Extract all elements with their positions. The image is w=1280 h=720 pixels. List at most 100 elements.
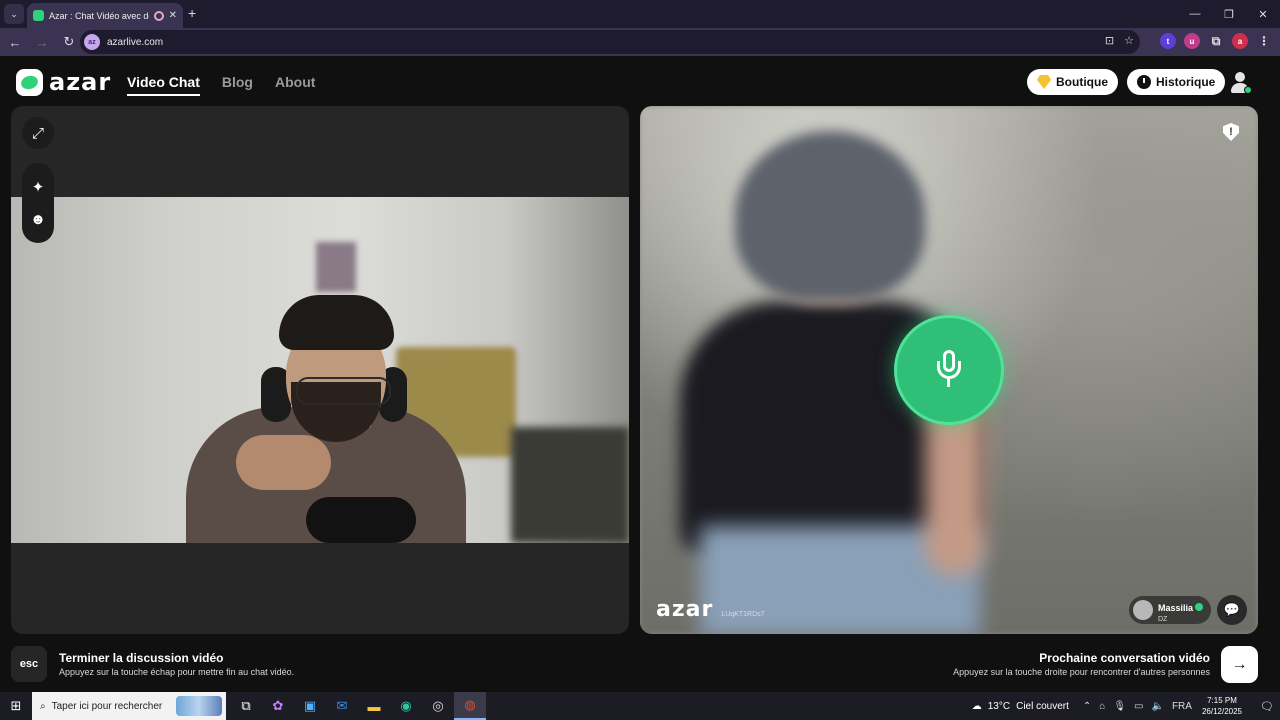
back-arrow-icon[interactable]: ← (3, 30, 27, 54)
azar-watermark: azar LUqKT1RDs7 (656, 597, 765, 622)
minimize-button[interactable]: — (1178, 0, 1212, 28)
mail-icon[interactable]: ✉ (326, 692, 358, 720)
next-chat-title: Prochaine conversation vidéo (1039, 651, 1210, 665)
esc-key-button[interactable]: esc (11, 646, 47, 682)
install-app-icon[interactable]: ⊡ (1105, 34, 1114, 47)
tab-title: Azar : Chat Vidéo avec de n (49, 10, 149, 21)
profile-avatar-icon[interactable]: a (1232, 33, 1248, 49)
user-profile-icon[interactable] (1228, 70, 1252, 94)
chat-button[interactable]: 💬 (1217, 595, 1247, 625)
close-window-button[interactable]: ✕ (1246, 0, 1280, 28)
local-video-panel: ⤢ ✦ ☻ (11, 106, 629, 634)
face-filter-icon[interactable]: ☻ (22, 203, 54, 235)
restore-button[interactable]: ❐ (1212, 0, 1246, 28)
cloud-icon: ☁ (971, 700, 982, 712)
forward-arrow-icon[interactable]: → (30, 30, 54, 54)
peer-info-badge[interactable]: Massilia DZ (1129, 596, 1211, 624)
windows-taskbar: ⊞ ⌕ Taper ici pour rechercher ⧉ ✿ ▣ ✉ ▬ … (0, 692, 1280, 720)
extensions-area: t u ⧉ a ⋮ (1160, 33, 1272, 49)
microphone-tray-icon[interactable]: 🎙 (1113, 701, 1126, 712)
next-chat-hint: Appuyez sur la touche droite pour rencon… (953, 667, 1210, 677)
brand-name: azar (49, 68, 112, 96)
clock-time: 7:15 PM (1207, 696, 1237, 705)
site-info-icon[interactable]: az (84, 34, 100, 50)
azar-logo-icon (16, 68, 43, 96)
microphone-button[interactable] (894, 315, 1004, 425)
new-tab-button[interactable]: + (188, 5, 196, 21)
window-controls: — ❐ ✕ (1178, 0, 1280, 28)
browser-menu-icon[interactable]: ⋮ (1256, 33, 1272, 49)
file-explorer-icon[interactable]: ▬ (358, 692, 390, 720)
microphone-icon (934, 350, 964, 390)
end-chat-title: Terminer la discussion vidéo (59, 651, 224, 665)
next-conversation-button[interactable]: → (1221, 646, 1258, 683)
weather-text: Ciel couvert (1016, 700, 1069, 712)
historique-label: Historique (1156, 75, 1216, 89)
tray-icons: ⌃ ⌂ 🎙 ▭ 🔈 FRA (1083, 701, 1192, 712)
browser-tab-strip: ⌄ Azar : Chat Vidéo avec de n ✕ + — ❐ ✕ (0, 0, 1280, 28)
watermark-logo: azar (656, 597, 714, 622)
browser-tab[interactable]: Azar : Chat Vidéo avec de n ✕ (27, 3, 183, 28)
chat-bubble-icon: 💬 (1223, 602, 1241, 617)
weather-widget[interactable]: ☁ 13°C Ciel couvert (972, 701, 1069, 712)
extension-u-icon[interactable]: u (1184, 33, 1200, 49)
network-icon[interactable]: ⌂ (1099, 701, 1105, 712)
pinned-apps: ⧉ ✿ ▣ ✉ ▬ ◉ ◎ ◍ (230, 692, 486, 720)
taskbar-search[interactable]: ⌕ Taper ici pour rechercher (32, 692, 226, 720)
url-text: azarlive.com (107, 36, 164, 48)
azar-app: azar Video Chat Blog About Boutique Hist… (0, 58, 1280, 692)
address-bar[interactable]: az azarlive.com ⊡ ☆ (80, 30, 1140, 54)
sparkle-effects-icon[interactable]: ✦ (22, 171, 54, 203)
search-icon: ⌕ (40, 700, 46, 712)
nav-blog[interactable]: Blog (222, 74, 253, 96)
browser-toolbar: ← → ↻ az azarlive.com ⊡ ☆ (0, 28, 1280, 56)
watermark-id: LUqKT1RDs7 (721, 611, 765, 618)
windows-start-icon[interactable]: ⊞ (0, 692, 32, 720)
obs-icon[interactable]: ◎ (422, 692, 454, 720)
store-icon[interactable]: ▣ (294, 692, 326, 720)
main-nav: Video Chat Blog About (127, 74, 315, 96)
reload-icon[interactable]: ↻ (57, 30, 81, 54)
peer-avatar (1133, 600, 1153, 620)
notifications-icon[interactable]: 🗨 (1254, 692, 1280, 720)
search-highlight-image (176, 696, 222, 716)
azar-favicon-icon (33, 10, 44, 21)
gem-icon (1037, 75, 1051, 89)
end-chat-hint: Appuyez sur la touche échap pour mettre … (59, 667, 295, 677)
copilot-icon[interactable]: ✿ (262, 692, 294, 720)
task-view-icon[interactable]: ⧉ (230, 692, 262, 720)
peer-country: DZ (1158, 615, 1168, 623)
historique-button[interactable]: Historique (1127, 69, 1226, 95)
clock[interactable]: 7:15 PM 26/12/2025 (1202, 695, 1242, 717)
verified-icon (1195, 602, 1204, 611)
weather-temp: 13°C (987, 700, 1011, 712)
search-placeholder: Taper ici pour rechercher (51, 700, 163, 712)
local-camera-feed (11, 197, 629, 543)
language-indicator[interactable]: FRA (1172, 701, 1192, 712)
effects-toolbar: ✦ ☻ (22, 163, 54, 243)
peer-name: Massilia (1158, 602, 1194, 613)
monitor-icon[interactable]: ▭ (1134, 701, 1143, 712)
clock-date: 26/12/2025 (1201, 707, 1242, 716)
expand-video-button[interactable]: ⤢ (22, 117, 54, 149)
expand-arrows-icon: ⤢ (31, 124, 44, 142)
tab-close-icon[interactable]: ✕ (169, 10, 177, 21)
boutique-button[interactable]: Boutique (1027, 69, 1118, 95)
system-tray: ☁ 13°C Ciel couvert ⌃ ⌂ 🎙 ▭ 🔈 FRA 7:15 P… (972, 692, 1280, 720)
volume-icon[interactable]: 🔈 (1152, 701, 1164, 712)
extensions-puzzle-icon[interactable]: ⧉ (1208, 33, 1224, 49)
remote-video-panel: ! azar LUqKT1RDs7 Massilia DZ 💬 (640, 106, 1258, 634)
azar-logo[interactable]: azar (16, 68, 111, 96)
nav-about[interactable]: About (275, 74, 315, 96)
clock-icon (1137, 75, 1151, 89)
online-status-icon (1244, 86, 1252, 94)
boutique-label: Boutique (1056, 75, 1108, 89)
nav-video-chat[interactable]: Video Chat (127, 74, 200, 96)
edge-icon[interactable]: ◉ (390, 692, 422, 720)
chevron-up-icon[interactable]: ⌃ (1083, 701, 1091, 712)
tab-search-icon[interactable]: ⌄ (4, 4, 24, 24)
extension-t-icon[interactable]: t (1160, 33, 1176, 49)
recording-indicator-icon (153, 10, 164, 21)
bookmark-star-icon[interactable]: ☆ (1124, 34, 1134, 47)
chrome-icon[interactable]: ◍ (454, 692, 486, 720)
